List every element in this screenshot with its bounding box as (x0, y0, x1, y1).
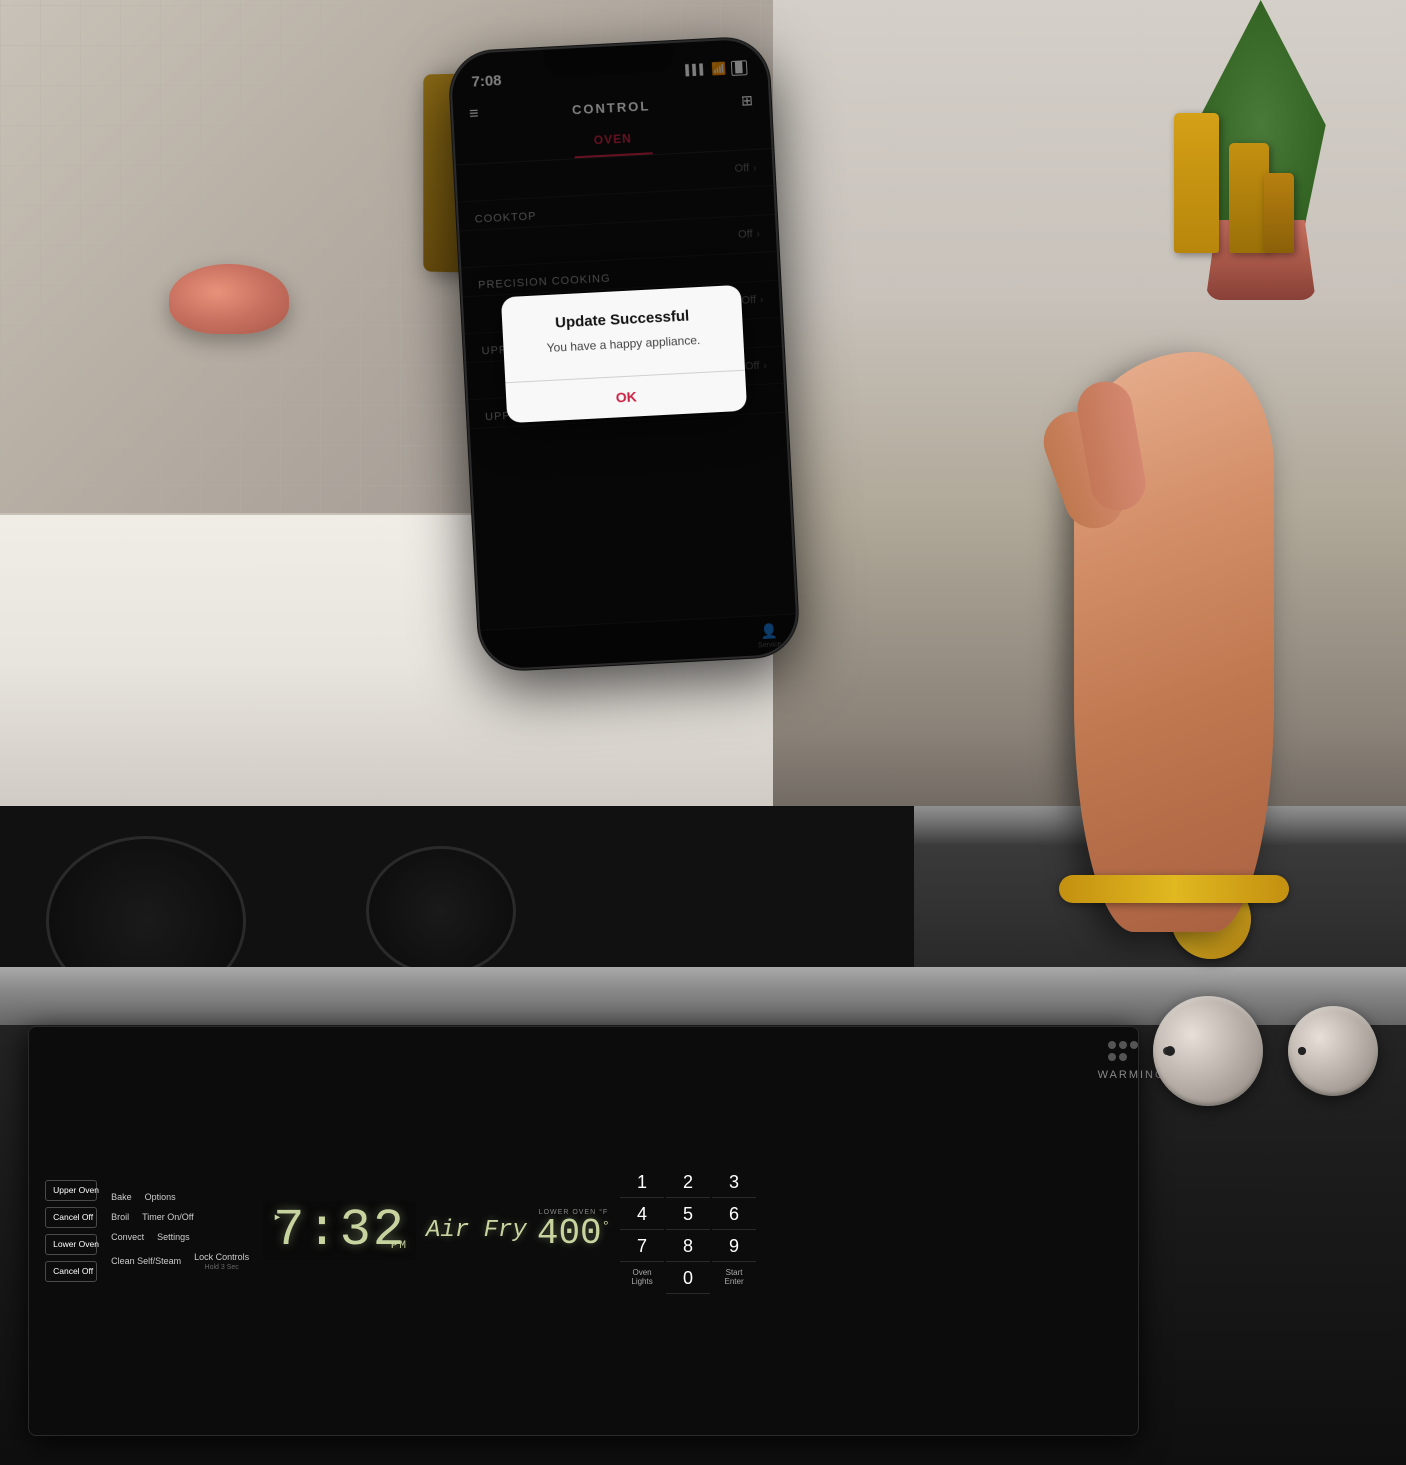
upper-oven-row: Upper Oven (45, 1180, 97, 1201)
timer-button[interactable]: Timer On/Off (138, 1210, 198, 1224)
key-7[interactable]: 7 (620, 1232, 664, 1262)
key-6[interactable]: 6 (712, 1200, 756, 1230)
lower-oven-row: Lower Oven (45, 1234, 97, 1255)
lock-controls-button[interactable]: Lock Controls (190, 1250, 253, 1264)
key-8[interactable]: 8 (666, 1232, 710, 1262)
canister-1 (1174, 113, 1219, 253)
key-start-enter[interactable]: StartEnter (712, 1264, 756, 1294)
dialog-message: You have a happy appliance. (523, 330, 724, 357)
dialog-title: Update Successful (522, 305, 723, 332)
key-5[interactable]: 5 (666, 1200, 710, 1230)
lower-oven-display: LOWER OVEN °F 400° (537, 1209, 610, 1252)
lower-cancel-row: Cancel Off (45, 1261, 97, 1282)
kitchen-canisters (1174, 73, 1294, 253)
phone-screen: 7:08 ▌▌▌ 📶 ▉ ≡ CONTROL ⊞ OVEN (450, 38, 798, 670)
number-pad: 1 2 3 4 5 6 7 8 9 OvenLights 0 StartEnte… (620, 1168, 756, 1294)
hold-3-sec-label: Hold 3 Sec (205, 1264, 239, 1271)
key-9[interactable]: 9 (712, 1232, 756, 1262)
indicator-dot-1 (1108, 1041, 1116, 1049)
main-time-display: ▸ 7:32 PM (263, 1201, 416, 1260)
knob-1-container (1153, 996, 1263, 1106)
app-content: Off › COOKTOP Off › PRECISION COOKING Of… (456, 149, 796, 630)
key-3[interactable]: 3 (712, 1168, 756, 1198)
pm-label: PM (391, 1240, 408, 1252)
upper-cancel-row: Cancel Off (45, 1207, 97, 1228)
display-dot: ▸ (273, 1209, 283, 1226)
canister-3 (1264, 173, 1294, 253)
knob-2-marker (1298, 1047, 1306, 1055)
indicator-dot-3 (1130, 1041, 1138, 1049)
key-2[interactable]: 2 (666, 1168, 710, 1198)
burner-indicators (1108, 1041, 1138, 1061)
knob-2-container (1288, 1006, 1378, 1096)
time-value: 7:32 (273, 1201, 406, 1260)
terracotta-bowl (169, 264, 289, 334)
key-4[interactable]: 4 (620, 1200, 664, 1230)
phone-container: 7:08 ▌▌▌ 📶 ▉ ≡ CONTROL ⊞ OVEN (448, 36, 800, 672)
temp-degree: ° (602, 1219, 610, 1235)
air-fry-display: Air Fry (426, 1217, 527, 1244)
clean-button[interactable]: Clean Self/Steam (107, 1250, 185, 1271)
indicator-dot-4 (1108, 1053, 1116, 1061)
wrist-bracelet (1059, 875, 1289, 903)
phone-body: 7:08 ▌▌▌ 📶 ▉ ≡ CONTROL ⊞ OVEN (448, 36, 800, 672)
dialog-overlay: Update Successful You have a happy appli… (456, 149, 796, 630)
knob-1-marker (1165, 1046, 1175, 1056)
indicator-dot-5 (1119, 1053, 1127, 1061)
dialog-ok-button[interactable]: OK (505, 371, 747, 424)
lower-oven-temp-value: 400° (537, 1216, 610, 1252)
lower-oven-button[interactable]: Lower Oven (45, 1234, 97, 1255)
canister-2 (1229, 143, 1269, 253)
upper-oven-button[interactable]: Upper Oven (45, 1180, 97, 1201)
convect-button[interactable]: Convect (107, 1230, 148, 1244)
knobs-container (1108, 996, 1378, 1106)
options-button[interactable]: Options (141, 1190, 180, 1204)
hand-skin (1074, 352, 1274, 932)
key-1[interactable]: 1 (620, 1168, 664, 1198)
broil-button[interactable]: Broil (107, 1210, 133, 1224)
burner-right (366, 846, 516, 976)
bake-button[interactable]: Bake (107, 1190, 136, 1204)
temp-digits: 400 (537, 1213, 602, 1254)
hand-container (1074, 322, 1294, 922)
key-0[interactable]: 0 (666, 1264, 710, 1294)
dialog-box: Update Successful You have a happy appli… (501, 284, 747, 423)
function-buttons: Bake Options Broil Timer On/Off Convect … (107, 1190, 253, 1271)
knob-1[interactable] (1153, 996, 1263, 1106)
dialog-content: Update Successful You have a happy appli… (501, 284, 744, 368)
lower-cancel-button[interactable]: Cancel Off (45, 1261, 97, 1282)
upper-cancel-button[interactable]: Cancel Off (45, 1207, 97, 1228)
key-oven-lights[interactable]: OvenLights (620, 1264, 664, 1294)
oven-buttons-left: Upper Oven Cancel Off Lower Oven Cancel … (45, 1180, 97, 1282)
settings-button[interactable]: Settings (153, 1230, 194, 1244)
indicator-dot-2 (1119, 1041, 1127, 1049)
knob-2[interactable] (1288, 1006, 1378, 1096)
control-panel: Upper Oven Cancel Off Lower Oven Cancel … (28, 1026, 1139, 1436)
